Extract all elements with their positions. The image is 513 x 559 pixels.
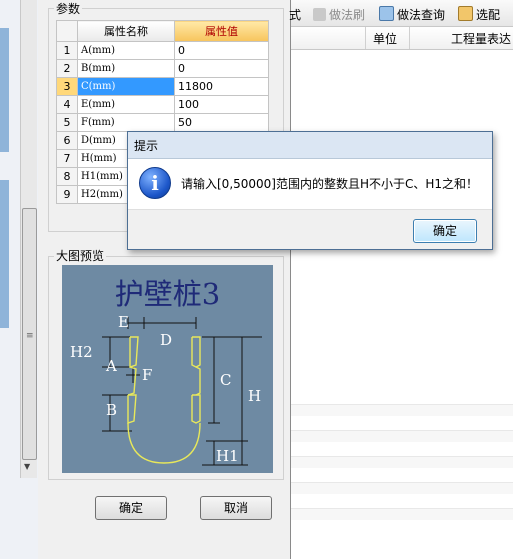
toolbar-brush-button[interactable]: 做法刷 [313, 6, 365, 23]
message-dialog-title: 提示 [134, 139, 159, 153]
message-ok-button[interactable]: 确定 [413, 219, 477, 243]
message-dialog-body: i 请输入[0,50000]范围内的整数且H不小于C、H1之和！ [128, 159, 492, 209]
left-panel: ≡ ▼ [0, 0, 38, 559]
preview-group-title: 大图预览 [54, 247, 107, 264]
column-header-value: 属性值 [174, 20, 269, 42]
table-row[interactable]: 1 A(mm) 0 [56, 41, 269, 60]
dim-label-b: B [106, 401, 117, 419]
dim-label-h1: H1 [216, 447, 239, 465]
grip-icon: ≡ [26, 331, 34, 341]
quantity-table-body [291, 50, 513, 559]
dim-label-f: F [142, 366, 152, 384]
message-dialog-footer: 确定 [128, 209, 492, 250]
scrollbar-thumb[interactable]: ≡ [22, 208, 37, 460]
row-index: 8 [56, 167, 78, 186]
property-value[interactable]: 11800 [174, 77, 269, 96]
table-row-selected[interactable]: 3 C(mm) 11800 [56, 77, 269, 96]
table-row[interactable]: 4 E(mm) 100 [56, 95, 269, 114]
row-index: 3 [56, 77, 78, 96]
cancel-button[interactable]: 取消 [200, 496, 272, 520]
property-name[interactable]: E(mm) [77, 95, 175, 114]
table-row[interactable]: 5 F(mm) 50 [56, 113, 269, 132]
property-value[interactable]: 50 [174, 113, 269, 132]
vertical-scrollbar[interactable]: ≡ ▼ [20, 0, 37, 478]
row-index: 4 [56, 95, 78, 114]
dim-label-e: E [118, 313, 129, 331]
column-divider[interactable] [409, 27, 410, 49]
toolbar-query-button[interactable]: 做法查询 [379, 6, 445, 23]
left-panel-strip [0, 180, 9, 328]
table-row[interactable] [291, 482, 513, 494]
column-divider[interactable] [365, 27, 366, 49]
grid-header-row: 属性名称 属性值 [56, 20, 269, 42]
column-header-unit[interactable]: 单位 [373, 30, 397, 47]
parameters-group-title: 参数 [54, 0, 83, 17]
row-index: 1 [56, 41, 78, 60]
clipboard-icon [458, 6, 473, 21]
message-dialog-titlebar[interactable]: 提示 [128, 132, 492, 159]
dim-label-h: H [248, 387, 261, 405]
diagram-preview: 护壁桩3 E D H2 A F B C H H1 [62, 265, 273, 473]
toolbar: 式 做法刷 做法查询 选配 [289, 0, 513, 27]
ok-button[interactable]: 确定 [95, 496, 167, 520]
table-row[interactable] [291, 404, 513, 416]
toolbar-item-partial[interactable]: 式 [289, 6, 301, 23]
table-row[interactable] [291, 508, 513, 520]
property-value[interactable]: 100 [174, 95, 269, 114]
row-index: 2 [56, 59, 78, 78]
message-dialog: 提示 i 请输入[0,50000]范围内的整数且H不小于C、H1之和！ 确定 [127, 131, 493, 250]
property-name[interactable]: B(mm) [77, 59, 175, 78]
pile-diagram: E D H2 A F B C H H1 [70, 313, 262, 466]
property-name[interactable]: F(mm) [77, 113, 175, 132]
dim-label-c: C [220, 371, 231, 389]
dim-label-h2: H2 [70, 343, 93, 361]
info-icon: i [139, 167, 171, 199]
magnifier-icon [379, 6, 394, 21]
message-text: 请输入[0,50000]范围内的整数且H不小于C、H1之和！ [181, 177, 479, 191]
grid-corner [56, 20, 78, 42]
row-index: 5 [56, 113, 78, 132]
column-header-bar: 单位 工程量表达式 [291, 27, 513, 63]
toolbar-pick-button[interactable]: 选配 [458, 6, 500, 23]
dim-label-a: A [105, 357, 117, 375]
row-index: 7 [56, 149, 78, 168]
property-value[interactable]: 0 [174, 41, 269, 60]
row-index: 9 [56, 185, 78, 204]
property-name[interactable]: A(mm) [77, 41, 175, 60]
column-header-name: 属性名称 [77, 20, 175, 42]
table-row[interactable] [291, 456, 513, 468]
scroll-down-arrow-icon[interactable]: ▼ [24, 462, 30, 471]
row-index: 6 [56, 131, 78, 150]
table-row[interactable]: 2 B(mm) 0 [56, 59, 269, 78]
table-row[interactable] [291, 430, 513, 442]
property-name[interactable]: C(mm) [77, 77, 175, 96]
left-panel-strip [0, 28, 9, 152]
brush-icon [313, 8, 326, 21]
dim-label-d: D [160, 331, 172, 349]
property-value[interactable]: 0 [174, 59, 269, 78]
